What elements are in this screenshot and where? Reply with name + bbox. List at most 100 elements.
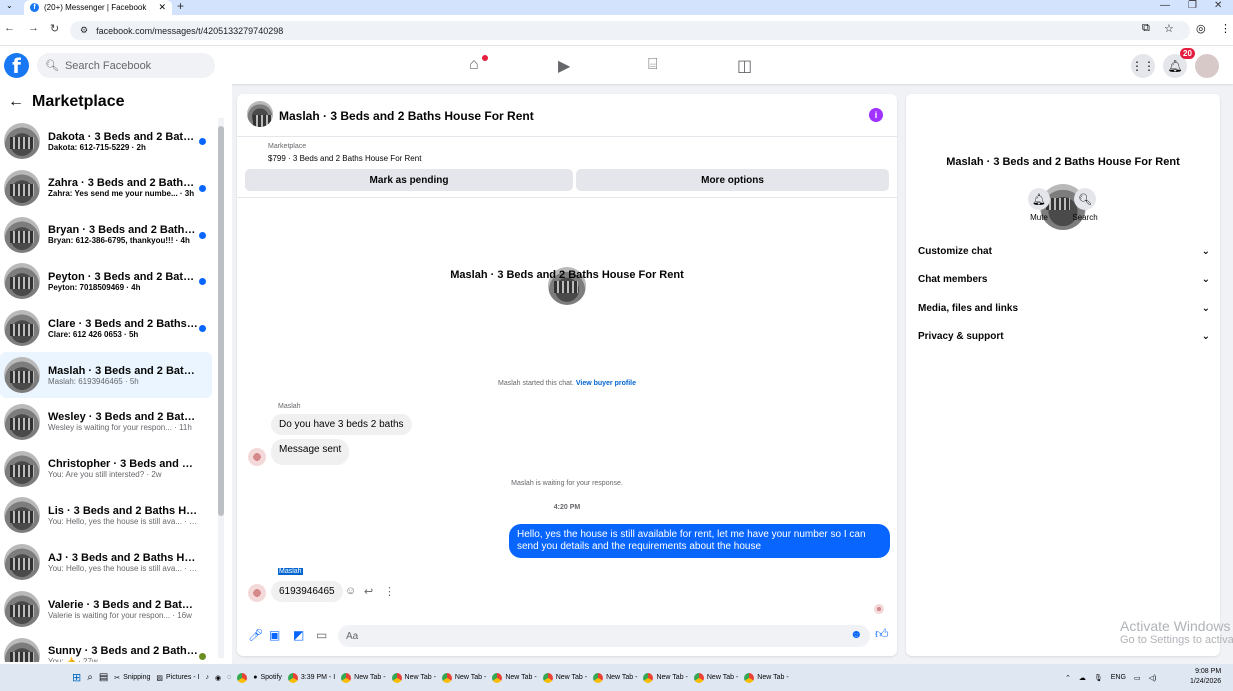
tab-search-icon[interactable]: ⌄ (6, 1, 13, 10)
cloud-icon[interactable]: ☁ (1079, 674, 1086, 682)
chat-title[interactable]: Maslah · 3 Beds and 2 Baths House For Re… (279, 109, 534, 123)
minimize-icon[interactable]: — (1160, 0, 1170, 11)
sender-avatar[interactable] (248, 448, 266, 466)
taskbar-app[interactable]: New Tab - (441, 672, 486, 683)
volume-icon[interactable]: ◁) (1149, 674, 1157, 682)
more-icon[interactable]: ⋮ (384, 585, 395, 598)
emoji-icon[interactable]: ☻ (850, 627, 863, 641)
conversation-item[interactable]: Wesley · 3 Beds and 2 Baths Ho...Wesley … (0, 399, 212, 445)
marketplace-icon[interactable]: ⌸ (648, 56, 658, 74)
messenger-icon[interactable]: ◌ (227, 674, 231, 681)
conversation-item[interactable]: Clare · 3 Beds and 2 Baths Hou...Clare: … (0, 305, 212, 351)
taskbar-app[interactable]: New Tab - (643, 672, 688, 683)
conversation-avatar (4, 637, 40, 662)
taskbar-app[interactable]: 3:39 PM - I (287, 672, 335, 683)
gif-icon[interactable]: ▭ (316, 628, 327, 642)
taskbar-clock[interactable]: 9:08 PM 1/24/2026 (1190, 667, 1221, 687)
bookmark-star-icon[interactable]: ☆ (1164, 22, 1174, 35)
chevron-up-icon[interactable]: ⌃ (1065, 674, 1071, 682)
media-files-links-section[interactable]: Media, files and links ⌄ (918, 303, 1210, 314)
conversation-item[interactable]: Christopher · 3 Beds and 2 Baths...You: … (0, 446, 212, 492)
close-icon[interactable]: ✕ (158, 2, 166, 13)
address-bar[interactable]: ⚙ facebook.com/messages/t/42051332797402… (70, 21, 1190, 40)
network-icon[interactable]: ▭ (1134, 674, 1141, 682)
video-icon[interactable]: ▶ (558, 56, 570, 76)
incoming-message[interactable]: Message sent (271, 439, 350, 465)
whatsapp-icon[interactable]: ◉ (215, 674, 221, 682)
search-input[interactable]: 🔍︎ Search Facebook (37, 53, 215, 78)
conversation-item[interactable]: Dakota · 3 Beds and 2 Baths H...Dakota: … (0, 118, 212, 164)
facebook-logo-icon[interactable]: f (4, 53, 29, 78)
search-icon[interactable]: ⌕ (87, 672, 93, 683)
browser-tab[interactable]: f (20+) Messenger | Facebook ✕ (24, 0, 172, 15)
microphone-icon[interactable]: 🎤︎ (248, 628, 263, 642)
microphone-icon[interactable]: 🎙︎ (1094, 674, 1103, 682)
sender-name: Maslah (278, 403, 301, 410)
outgoing-message[interactable]: Hello, yes the house is still available … (509, 524, 890, 558)
conversation-preview: Wesley is waiting for your respon... · 1… (48, 423, 192, 433)
listing-price-title[interactable]: $799 · 3 Beds and 2 Baths House For Rent (268, 154, 421, 163)
incoming-message[interactable]: Do you have 3 beds 2 baths (271, 414, 412, 435)
message-input[interactable]: Aa (338, 625, 870, 647)
conversation-item[interactable]: Bryan · 3 Beds and 2 Baths Ho...Bryan: 6… (0, 212, 212, 258)
conversation-item[interactable]: Peyton · 3 Beds and 2 Baths H...Peyton: … (0, 258, 212, 304)
sidebar-scrollbar-thumb[interactable] (218, 126, 224, 516)
sticker-icon[interactable]: ◩ (293, 628, 304, 642)
back-icon[interactable]: ← (4, 22, 15, 34)
react-emoji-icon[interactable]: ☺ (345, 585, 356, 597)
taskbar-app[interactable] (237, 672, 248, 683)
search-button[interactable]: 🔍︎ Search (1060, 188, 1110, 222)
customize-chat-section[interactable]: Customize chat ⌄ (918, 246, 1210, 257)
conversation-item[interactable]: Zahra · 3 Beds and 2 Baths Ho...Zahra: Y… (0, 165, 212, 211)
account-avatar[interactable] (1195, 54, 1219, 78)
sender-avatar[interactable] (248, 584, 266, 602)
taskbar-app[interactable]: New Tab - (391, 672, 436, 683)
chat-members-section[interactable]: Chat members ⌄ (918, 274, 1210, 285)
task-view-icon[interactable]: ▤ (99, 672, 108, 683)
conversation-item[interactable]: Maslah · 3 Beds and 2 Baths Ho...Maslah:… (0, 352, 212, 398)
view-buyer-profile-link[interactable]: View buyer profile (576, 380, 636, 387)
privacy-support-section[interactable]: Privacy & support ⌄ (918, 331, 1210, 342)
mute-button[interactable]: 🔔︎ Mute (1014, 188, 1064, 222)
taskbar-app[interactable]: New Tab - (542, 672, 587, 683)
forward-icon[interactable]: → (28, 22, 39, 34)
more-options-button[interactable]: More options (576, 169, 889, 191)
taskbar-app[interactable]: New Tab - (593, 672, 637, 683)
taskbar-app[interactable]: ✂ Snipping (114, 674, 150, 682)
taskbar-app[interactable]: ● Spotify (253, 674, 282, 681)
taskbar-app[interactable]: New Tab - (693, 672, 738, 683)
site-info-icon[interactable]: ⚙ (80, 25, 88, 36)
mark-as-pending-button[interactable]: Mark as pending (245, 169, 573, 191)
incoming-message[interactable]: 6193946465 (271, 581, 343, 602)
restore-icon[interactable]: ❐ (1188, 0, 1197, 11)
reload-icon[interactable]: ↻ (50, 22, 59, 35)
taskbar-app[interactable]: ▨ Pictures - I (156, 674, 199, 682)
start-icon[interactable]: ⊞ (72, 671, 81, 684)
new-tab-button[interactable]: + (177, 0, 184, 13)
back-arrow-icon[interactable]: ← (8, 93, 24, 111)
language-indicator[interactable]: ENG (1111, 674, 1126, 681)
conversation-item[interactable]: Valerie · 3 Beds and 2 Baths Hou...Valer… (0, 586, 212, 632)
menu-grid-icon[interactable]: ⋮⋮ (1131, 54, 1155, 78)
profile-icon[interactable]: ◎ (1196, 22, 1206, 35)
status-dot (199, 652, 206, 660)
conversation-item[interactable]: Lis · 3 Beds and 2 Baths House F...You: … (0, 492, 212, 538)
taskbar-app[interactable]: New Tab - (492, 672, 537, 683)
tiktok-icon[interactable]: ♪ (205, 674, 209, 681)
clock-time: 9:08 PM (1195, 668, 1222, 675)
reply-icon[interactable]: ↩ (364, 585, 373, 598)
taskbar-app[interactable]: New Tab - (341, 672, 386, 683)
conversation-item[interactable]: AJ · 3 Beds and 2 Baths House F...You: H… (0, 539, 212, 585)
chat-header-avatar[interactable] (247, 101, 273, 127)
menu-kebab-icon[interactable]: ⋮ (1220, 22, 1231, 35)
gaming-icon[interactable]: ◫ (737, 56, 752, 76)
taskbar-app[interactable]: New Tab - (744, 672, 789, 683)
home-icon[interactable]: ⌂ (469, 56, 479, 74)
conversation-item[interactable]: Sunny · 3 Beds and 2 Baths H... You: 👍 · … (0, 633, 212, 662)
info-icon[interactable]: i (869, 108, 883, 122)
section-label: Customize chat (918, 246, 992, 257)
photo-icon[interactable]: ▣ (269, 628, 280, 642)
cast-icon[interactable]: ⧉ (1142, 22, 1150, 35)
close-window-icon[interactable]: ✕ (1214, 0, 1222, 11)
like-thumb-icon[interactable]: 👍︎ (875, 626, 889, 642)
